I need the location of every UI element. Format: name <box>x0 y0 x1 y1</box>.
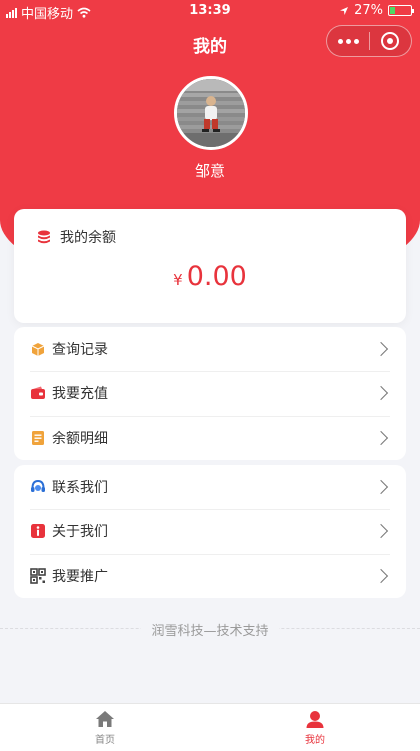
menu-label: 余额明细 <box>52 430 108 447</box>
chevron-right-icon <box>373 386 389 401</box>
battery-percent: 27% <box>354 3 383 18</box>
status-right: 27% <box>339 3 414 18</box>
menu-item-about-us[interactable]: 关于我们 <box>14 509 406 553</box>
menu-label: 我要推广 <box>52 568 108 585</box>
footer-credit: 润雪科技—技术支持 <box>0 620 420 639</box>
menu-item-query-records[interactable]: 查询记录 <box>14 327 406 371</box>
tab-mine[interactable]: 我的 <box>210 704 420 751</box>
avatar[interactable] <box>174 76 248 150</box>
more-dots-icon <box>337 38 343 44</box>
chevron-right-icon <box>373 342 389 357</box>
menu-item-recharge[interactable]: 我要充值 <box>14 371 406 415</box>
menu-label: 关于我们 <box>52 524 108 541</box>
info-icon <box>30 523 46 539</box>
balance-label: 我的余额 <box>60 230 116 246</box>
headset-icon <box>30 479 46 495</box>
balance-value: ¥0.00 <box>14 261 406 292</box>
menu-group-account: 查询记录 我要充值 余额明细 <box>14 327 406 460</box>
menu-label: 我要充值 <box>52 386 108 403</box>
menu-item-contact-us[interactable]: 联系我们 <box>14 465 406 509</box>
target-icon <box>381 32 400 50</box>
battery-icon <box>388 5 414 16</box>
chevron-right-icon <box>373 430 389 445</box>
balance-card: 我的余额 ¥0.00 <box>14 209 406 323</box>
tab-label: 我的 <box>305 734 325 746</box>
chevron-right-icon <box>373 524 389 539</box>
status-bar: 中国移动 13:39 27% <box>0 0 420 22</box>
chevron-right-icon <box>373 568 389 583</box>
coins-icon <box>38 230 50 244</box>
tab-label: 首页 <box>95 734 115 746</box>
menu-item-balance-details[interactable]: 余额明细 <box>14 415 406 460</box>
user-icon <box>306 710 324 728</box>
tab-bar: 首页 我的 <box>0 703 420 751</box>
home-icon <box>96 710 114 727</box>
qrcode-icon <box>30 568 46 584</box>
more-button[interactable] <box>327 26 369 56</box>
menu-label: 联系我们 <box>52 480 108 497</box>
menu-label: 查询记录 <box>52 342 108 359</box>
menu-group-about: 联系我们 关于我们 我要推广 <box>14 465 406 598</box>
menu-item-promote[interactable]: 我要推广 <box>14 553 406 598</box>
balance-amount: 0.00 <box>186 261 247 292</box>
battery-fill <box>390 7 396 14</box>
currency-symbol: ¥ <box>173 271 183 289</box>
box-icon <box>30 341 46 357</box>
receipt-icon <box>30 430 46 446</box>
balance-label-row: 我的余额 <box>36 227 116 247</box>
location-arrow-icon <box>340 6 349 15</box>
avatar-photo <box>177 79 245 147</box>
username: 邹意 <box>194 162 225 180</box>
tab-home[interactable]: 首页 <box>0 704 210 751</box>
wallet-icon <box>30 385 46 401</box>
mini-program-capsule <box>326 25 412 57</box>
chevron-right-icon <box>373 480 389 495</box>
close-mini-program-button[interactable] <box>370 26 411 56</box>
footer-text: 润雪科技—技术支持 <box>141 624 279 639</box>
